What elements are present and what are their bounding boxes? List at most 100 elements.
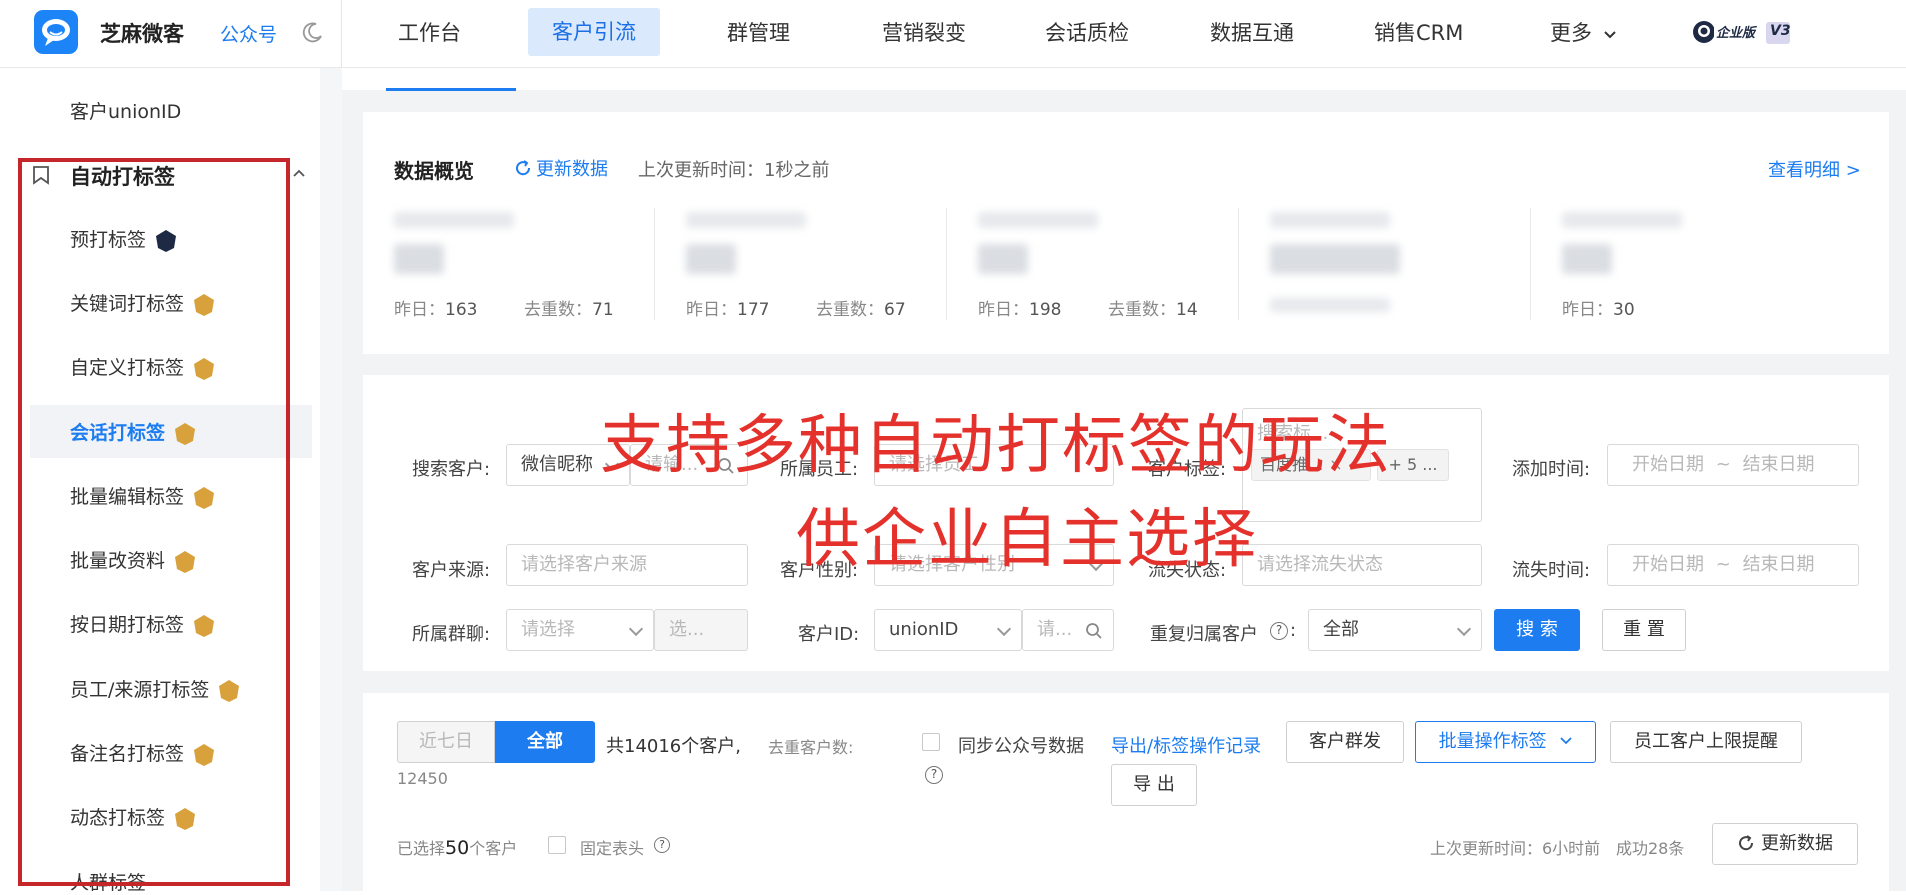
brand-name: 芝麻微客 — [100, 22, 184, 46]
group-placeholder: 请选择 — [521, 619, 575, 640]
churn-time-range[interactable]: 开始日期 ~ 结束日期 — [1607, 544, 1859, 586]
group-select[interactable]: 请选择 — [506, 609, 654, 651]
help-icon[interactable]: ? — [1270, 622, 1288, 640]
stat-value-blurred — [394, 244, 444, 274]
stat-yesterday-value: 198 — [1029, 300, 1062, 320]
stat-yesterday: 昨日：163 — [394, 295, 477, 320]
nav-more-label: 更多 — [1550, 21, 1592, 45]
app-logo[interactable] — [34, 10, 78, 54]
export-button[interactable]: 导 出 — [1111, 764, 1197, 806]
chevron-up-icon[interactable] — [292, 168, 306, 178]
stat-dedup-value: 67 — [884, 300, 906, 320]
edition-badge: 企业版 V3 — [1692, 18, 1794, 46]
nav-customer-acquisition[interactable]: 客户引流 — [528, 8, 660, 56]
stat-sub-blurred — [1270, 298, 1390, 312]
stat-divider — [946, 208, 947, 320]
nav-data-exchange[interactable]: 数据互通 — [1210, 17, 1294, 47]
customer-id-type-select[interactable]: unionID — [874, 609, 1022, 651]
help-icon[interactable]: ? — [654, 837, 670, 853]
gzh-link[interactable]: 公众号 — [220, 20, 277, 47]
sidebar-gutter — [320, 68, 342, 891]
group-label: 所属群聊: — [412, 624, 491, 645]
stat-yesterday-label: 昨日： — [978, 300, 1029, 320]
stat-dedup: 去重数：71 — [524, 295, 614, 320]
stat-yesterday-value: 30 — [1613, 300, 1635, 320]
date-start: 开始日期 — [1632, 454, 1704, 475]
group-sub-select[interactable]: 选... — [654, 609, 748, 651]
refresh-label: 更新数据 — [536, 159, 608, 180]
list-last-update: 上次更新时间：6小时前 — [1430, 839, 1601, 858]
refresh-overview-button[interactable]: 更新数据 — [514, 155, 608, 181]
batch-tag-label: 批量操作标签 — [1438, 731, 1547, 752]
edition-label: 企业版 — [1716, 26, 1756, 41]
group-send-button[interactable]: 客户群发 — [1286, 721, 1404, 763]
sync-checkbox[interactable] — [922, 733, 940, 751]
overview-updated: 上次更新时间：1秒之前 — [638, 160, 830, 181]
overlay-subline: 供企业自主选择 — [796, 503, 1258, 577]
seg-all[interactable]: 全部 — [495, 721, 595, 763]
chevron-down-icon — [1456, 621, 1472, 637]
export-log-link[interactable]: 导出/标签操作记录 — [1111, 732, 1261, 758]
churn-placeholder: 请选择流失状态 — [1257, 554, 1383, 575]
highlight-box — [18, 158, 290, 886]
churn-time-label: 流失时间: — [1512, 560, 1591, 581]
stat-label-blurred — [686, 212, 806, 228]
stat-dedup-value: 14 — [1176, 300, 1198, 320]
fixed-header-checkbox[interactable] — [548, 836, 566, 854]
total-customers: 共14016个客户, — [606, 736, 741, 757]
view-details-link[interactable]: 查看明细 > — [1768, 156, 1861, 182]
stat-dedup-label: 去重数： — [1108, 300, 1176, 320]
stat-yesterday-value: 163 — [445, 300, 478, 320]
date-end: 结束日期 — [1742, 554, 1815, 575]
seg-last-7-days[interactable]: 近七日 — [397, 721, 495, 763]
stat-label-blurred — [1562, 212, 1682, 228]
stat-value-blurred — [1270, 244, 1400, 274]
date-separator: ~ — [1715, 454, 1731, 475]
sidebar-item-unionid[interactable]: 客户unionID — [70, 97, 181, 124]
reset-button[interactable]: 重 置 — [1602, 609, 1686, 651]
stat-value-blurred — [1562, 244, 1612, 274]
list-refresh-label: 更新数据 — [1761, 833, 1833, 854]
source-select[interactable]: 请选择客户来源 — [506, 544, 748, 586]
selected-number: 50 — [445, 837, 470, 859]
edition-version: V3 — [1770, 23, 1791, 39]
nav-marketing[interactable]: 营销裂变 — [882, 17, 966, 47]
repeat-select[interactable]: 全部 — [1308, 609, 1482, 651]
stat-divider — [1238, 208, 1239, 320]
search-type-value: 微信昵称 — [521, 454, 593, 475]
stat-value-blurred — [686, 244, 736, 274]
list-refresh-button[interactable]: 更新数据 — [1712, 823, 1858, 865]
divider — [341, 0, 342, 68]
moon-icon[interactable] — [302, 21, 324, 43]
customer-id-input[interactable]: 请... — [1022, 609, 1114, 651]
selected-suffix: 个客户 — [469, 839, 518, 858]
stat-label-blurred — [1270, 212, 1390, 228]
active-tab-indicator — [386, 88, 516, 91]
selected-count: 已选择50个客户 — [397, 835, 517, 859]
stat-yesterday-value: 177 — [737, 300, 770, 320]
chevron-down-icon — [996, 621, 1012, 637]
nav-workbench[interactable]: 工作台 — [398, 17, 461, 47]
overlay-headline: 支持多种自动打标签的玩法 — [600, 409, 1392, 483]
stat-label-blurred — [978, 212, 1098, 228]
batch-tag-button[interactable]: 批量操作标签 — [1415, 721, 1596, 763]
help-icon[interactable]: ? — [925, 766, 943, 784]
source-placeholder: 请选择客户来源 — [521, 554, 647, 575]
stat-yesterday-label: 昨日： — [1562, 300, 1613, 320]
chevron-down-icon — [1603, 31, 1616, 39]
nav-sales-crm[interactable]: 销售CRM — [1374, 17, 1463, 47]
customer-id-label: 客户ID: — [798, 624, 860, 645]
churn-status-select[interactable]: 请选择流失状态 — [1242, 544, 1482, 586]
search-button[interactable]: 搜 索 — [1494, 609, 1580, 651]
overview-title: 数据概览 — [394, 159, 474, 183]
date-separator: ~ — [1715, 554, 1731, 575]
limit-remind-button[interactable]: 员工客户上限提醒 — [1610, 721, 1802, 763]
stat-dedup-value: 71 — [592, 300, 614, 320]
nav-group-management[interactable]: 群管理 — [727, 17, 790, 47]
nav-session-qc[interactable]: 会话质检 — [1045, 17, 1129, 47]
add-time-range[interactable]: 开始日期 ~ 结束日期 — [1607, 444, 1859, 486]
repeat-label: 重复归属客户 — [1150, 624, 1258, 645]
selected-prefix: 已选择 — [397, 839, 446, 858]
nav-more[interactable]: 更多 — [1550, 17, 1617, 47]
stat-divider — [654, 208, 655, 320]
